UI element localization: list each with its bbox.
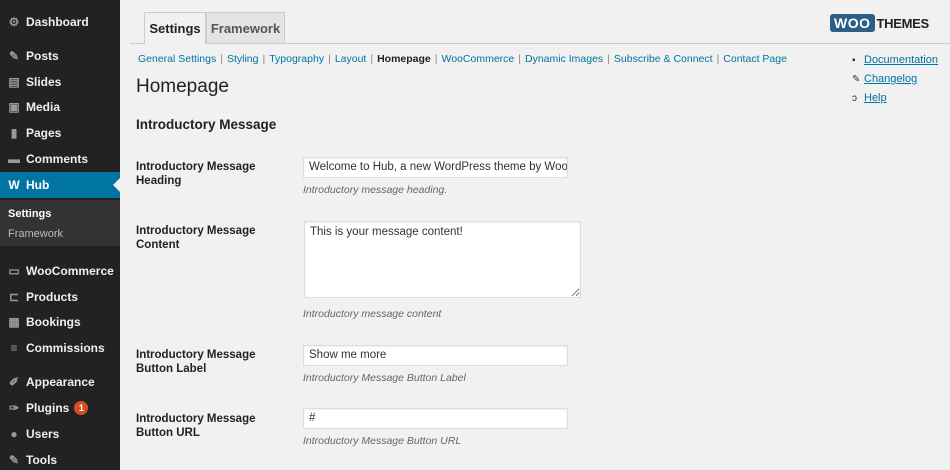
menu-item-comments[interactable]: ▬ Comments — [0, 146, 120, 172]
wrench-icon: ✎ — [8, 453, 20, 467]
comments-icon: ▬ — [8, 152, 20, 166]
menu-label: Media — [26, 100, 61, 114]
separator: | — [370, 53, 374, 65]
submenu-item-settings[interactable]: Settings — [8, 208, 51, 220]
slides-icon: ▤ — [8, 75, 20, 89]
tab-framework[interactable]: Framework — [206, 12, 285, 43]
section-title: Introductory Message — [136, 117, 277, 132]
button-label-input[interactable]: Show me more — [303, 345, 568, 366]
menu-item-commissions[interactable]: ≡ Commissions — [0, 335, 120, 361]
dashboard-icon: ⚙ — [8, 15, 20, 29]
menu-label: Dashboard — [26, 15, 89, 29]
content-field-label: Introductory Message Content — [136, 225, 256, 251]
wrench-icon: ✎ — [852, 73, 861, 85]
menu-item-pages[interactable]: ▮ Pages — [0, 120, 120, 146]
hub-submenu: Settings Framework — [0, 200, 120, 246]
page-title: Homepage — [136, 76, 229, 97]
separator: | — [328, 53, 331, 65]
menu-item-bookings[interactable]: ▦ Bookings — [0, 309, 120, 335]
menu-item-users[interactable]: ● Users — [0, 421, 120, 447]
menu-label: Slides — [26, 75, 62, 89]
menu-item-plugins[interactable]: ✑ Plugins 1 — [0, 395, 120, 421]
subnav-styling[interactable]: Styling — [227, 53, 259, 65]
content-description: Introductory message content — [303, 308, 442, 320]
menu-label: Products — [26, 290, 79, 304]
separator: | — [518, 53, 521, 65]
tab-settings[interactable]: Settings — [144, 12, 206, 44]
separator: | — [716, 53, 720, 65]
menu-item-hub[interactable]: W Hub — [0, 172, 120, 198]
subnav-typography[interactable]: Typography — [269, 53, 324, 65]
logo-themes: THEMES — [876, 15, 930, 31]
menu-label: Comments — [26, 152, 89, 166]
link-label: Documentation — [864, 54, 938, 66]
menu-item-slides[interactable]: ▤ Slides — [0, 69, 120, 95]
subnav-subscribe-connect[interactable]: Subscribe & Connect — [614, 53, 713, 65]
separator: | — [607, 53, 610, 65]
user-icon: ● — [10, 427, 18, 441]
separator: | — [220, 53, 223, 65]
button-label-description: Introductory Message Button Label — [303, 372, 466, 384]
subnav-homepage[interactable]: Homepage — [377, 53, 431, 65]
link-label: Help — [864, 92, 887, 104]
menu-label: Users — [26, 427, 60, 441]
changelog-link[interactable]: ✎ Changelog — [852, 73, 917, 85]
menu-item-dashboard[interactable]: ⚙ Dashboard — [0, 9, 120, 35]
subnav-layout[interactable]: Layout — [335, 53, 367, 65]
link-label: Changelog — [864, 73, 918, 85]
menu-item-tools[interactable]: ✎ Tools — [0, 447, 120, 470]
subnav-woocommerce[interactable]: WooCommerce — [442, 53, 515, 65]
separator: | — [262, 53, 266, 65]
menu-item-woocommerce[interactable]: ▭ WooCommerce — [0, 258, 120, 284]
help-link[interactable]: ↄ Help — [852, 92, 887, 104]
heading-input[interactable]: Welcome to Hub, a new WordPress theme by… — [303, 157, 568, 178]
button-label-field-label: Introductory Message Button Label — [136, 349, 256, 375]
tab-divider — [130, 43, 950, 44]
button-url-input[interactable]: # — [303, 408, 568, 429]
commissions-icon: ≡ — [10, 341, 18, 355]
button-url-description: Introductory Message Button URL — [303, 435, 462, 447]
documentation-link[interactable]: ▪ Documentation — [852, 54, 938, 66]
media-icon: ▣ — [8, 100, 20, 114]
content-textarea[interactable]: This is your message content! — [304, 221, 581, 298]
logo-woo: WOO — [830, 14, 875, 32]
menu-label: Tools — [26, 453, 58, 467]
menu-item-appearance[interactable]: ✐ Appearance — [0, 369, 120, 395]
subnav-contact-page[interactable]: Contact Page — [723, 53, 787, 65]
submenu-item-framework[interactable]: Framework — [8, 228, 63, 240]
menu-label: Commissions — [26, 341, 105, 355]
help-icon: ↄ — [852, 92, 857, 104]
calendar-icon: ▦ — [8, 315, 20, 329]
update-count-badge: 1 — [74, 401, 89, 415]
subnav-dynamic-images[interactable]: Dynamic Images — [525, 53, 603, 65]
woothemes-logo: WOO THEMES — [830, 14, 929, 32]
hub-icon: W — [8, 178, 20, 192]
settings-subnav: General Settings | Styling | Typography | Layo… — [138, 53, 787, 65]
brush-icon: ✐ — [8, 375, 20, 389]
menu-label: Pages — [26, 126, 62, 140]
plugin-icon: ✑ — [8, 401, 20, 415]
menu-label: Appearance — [26, 375, 95, 389]
heading-description: Introductory message heading. — [303, 184, 448, 196]
menu-item-products[interactable]: ⊏ Products — [0, 284, 120, 310]
menu-label: Plugins — [26, 401, 70, 415]
woocommerce-icon: ▭ — [8, 264, 20, 278]
menu-label: Bookings — [26, 315, 81, 329]
separator: | — [434, 53, 438, 65]
menu-label: WooCommerce — [26, 264, 114, 278]
menu-item-posts[interactable]: ✎ Posts — [0, 43, 120, 69]
admin-sidebar: ⚙ Dashboard ✎ Posts ▤ Slides ▣ Media ▮ Pages … — [0, 0, 120, 470]
cart-icon: ⊏ — [8, 290, 20, 304]
pages-icon: ▮ — [10, 126, 18, 140]
menu-label: Hub — [26, 178, 50, 192]
button-url-field-label: Introductory Message Button URL — [136, 413, 256, 439]
menu-item-media[interactable]: ▣ Media — [0, 94, 120, 120]
subnav-general-settings[interactable]: General Settings — [138, 53, 216, 65]
pin-icon: ✎ — [8, 49, 20, 63]
menu-label: Posts — [26, 49, 59, 63]
document-icon: ▪ — [852, 54, 856, 66]
heading-field-label: Introductory Message Heading — [136, 161, 256, 187]
